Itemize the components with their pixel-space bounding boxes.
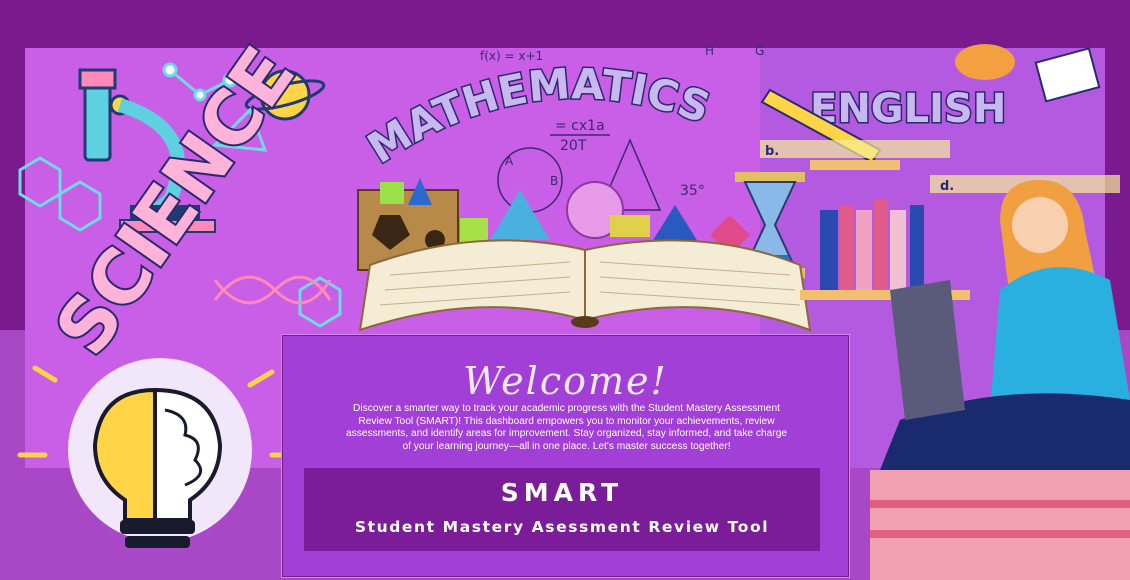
welcome-heading: Welcome! bbox=[463, 359, 668, 403]
svg-text:B: B bbox=[550, 174, 558, 188]
svg-text:H: H bbox=[705, 44, 714, 58]
svg-text:f(x) = x+1: f(x) = x+1 bbox=[480, 49, 543, 63]
svg-text:G: G bbox=[755, 44, 764, 58]
smart-subtitle: Student Mastery Asessment Review Tool bbox=[354, 518, 770, 536]
banner-stage: SCIENCE MATHEMATICS f(x) = x+1 = cx1a 20… bbox=[0, 0, 1130, 580]
notebook-icon bbox=[1034, 47, 1101, 103]
brain-icon bbox=[955, 44, 1015, 80]
svg-text:d.: d. bbox=[940, 179, 954, 194]
smart-brand-box: SMART Student Mastery Asessment Review T… bbox=[304, 468, 820, 551]
svg-text:20T: 20T bbox=[560, 138, 587, 154]
lightbulb-brain-icon bbox=[17, 358, 301, 548]
smart-title: SMART bbox=[500, 478, 624, 507]
mathematics-word: MATHEMATICS bbox=[359, 59, 716, 173]
dna-icon bbox=[213, 275, 332, 305]
svg-text:= cx1a: = cx1a bbox=[555, 118, 605, 134]
english-word: ENGLISH bbox=[810, 86, 1006, 132]
svg-text:35°: 35° bbox=[680, 183, 705, 199]
svg-text:b.: b. bbox=[765, 144, 779, 159]
welcome-description: Discover a smarter way to track your aca… bbox=[345, 403, 788, 452]
open-book-icon bbox=[358, 239, 812, 332]
student-laptop-icon bbox=[870, 180, 1130, 580]
